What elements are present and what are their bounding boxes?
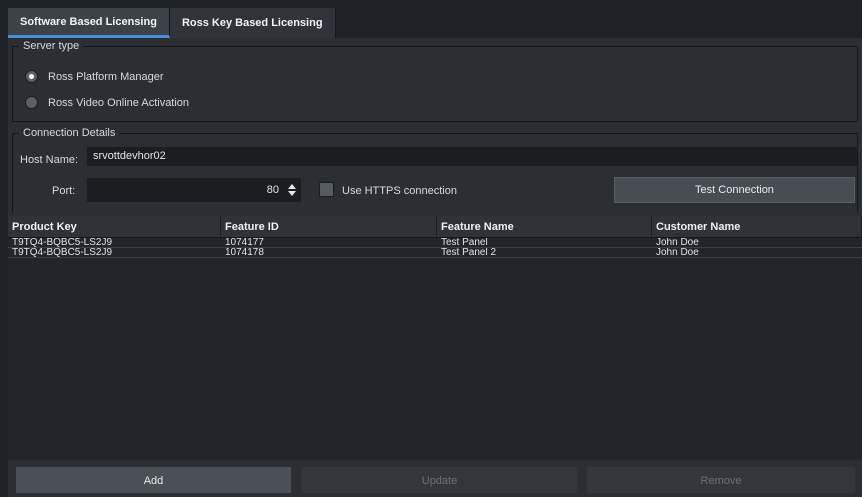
column-header-feature-name[interactable]: Feature Name xyxy=(437,216,652,237)
connection-details-title: Connection Details xyxy=(19,127,120,140)
radio-ross-platform-manager[interactable]: Ross Platform Manager xyxy=(25,70,164,83)
spinner-arrows-icon[interactable] xyxy=(287,183,297,197)
host-name-input[interactable]: srvottdevhor02 xyxy=(87,147,857,166)
license-table: Product Key Feature ID Feature Name Cust… xyxy=(8,216,862,460)
tab-content: Server type Ross Platform Manager Ross V… xyxy=(8,38,862,497)
server-type-group: Server type Ross Platform Manager Ross V… xyxy=(12,40,858,122)
radio-online-activation[interactable]: Ross Video Online Activation xyxy=(25,96,189,109)
port-spinbox[interactable]: 80 xyxy=(87,178,301,202)
host-name-label: Host Name: xyxy=(20,154,79,166)
port-label: Port: xyxy=(52,185,76,197)
port-value: 80 xyxy=(266,184,279,196)
cell-product-key: T9TQ4-BQBC5-LS2J9 xyxy=(12,248,113,257)
table-header: Product Key Feature ID Feature Name Cust… xyxy=(8,216,862,238)
cell-feature-id: 1074178 xyxy=(225,248,264,257)
cell-feature-name: Test Panel xyxy=(441,238,488,247)
table-row[interactable]: T9TQ4-BQBC5-LS2J9 1074177 Test Panel Joh… xyxy=(8,238,862,248)
test-connection-button[interactable]: Test Connection xyxy=(614,177,855,203)
radio-button[interactable] xyxy=(25,96,38,109)
remove-button[interactable]: Remove xyxy=(586,466,856,494)
cell-feature-id: 1074177 xyxy=(225,238,264,247)
tab-bar: Software Based Licensing Ross Key Based … xyxy=(8,8,336,38)
server-type-title: Server type xyxy=(19,40,84,53)
cell-product-key: T9TQ4-BQBC5-LS2J9 xyxy=(12,238,113,247)
licensing-window: Software Based Licensing Ross Key Based … xyxy=(0,0,862,497)
radio-label: Ross Video Online Activation xyxy=(48,96,190,109)
cell-customer-name: John Doe xyxy=(656,238,699,247)
tab-software-licensing[interactable]: Software Based Licensing xyxy=(8,8,170,38)
update-button[interactable]: Update xyxy=(301,466,578,494)
cell-customer-name: John Doe xyxy=(656,248,699,257)
column-header-feature-id[interactable]: Feature ID xyxy=(221,216,437,237)
column-header-product-key[interactable]: Product Key xyxy=(8,216,221,237)
add-button[interactable]: Add xyxy=(15,466,292,494)
tab-ross-key-licensing[interactable]: Ross Key Based Licensing xyxy=(169,8,336,38)
table-row[interactable]: T9TQ4-BQBC5-LS2J9 1074178 Test Panel 2 J… xyxy=(8,248,862,258)
https-checkbox[interactable] xyxy=(319,182,334,197)
column-header-customer-name[interactable]: Customer Name xyxy=(652,216,862,237)
radio-button-checked[interactable] xyxy=(25,70,38,83)
https-label: Use HTTPS connection xyxy=(342,185,457,197)
cell-feature-name: Test Panel 2 xyxy=(441,248,497,257)
radio-label: Ross Platform Manager xyxy=(48,70,164,83)
